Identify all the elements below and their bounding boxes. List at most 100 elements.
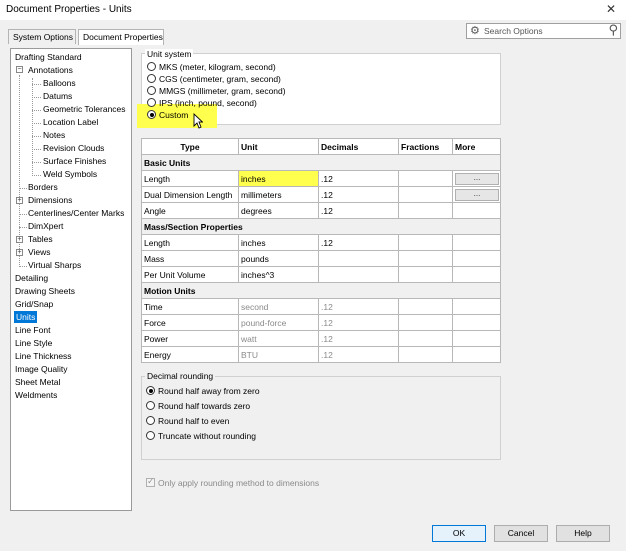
section-mass-properties: Mass/Section Properties (141, 218, 501, 235)
tree-item-weldments[interactable]: Weldments (15, 389, 57, 401)
cell-fractions[interactable] (398, 250, 453, 267)
options-tree[interactable]: Drafting Standard − Annotations Balloons… (10, 48, 132, 511)
radio-button[interactable] (146, 386, 155, 395)
radio-round-half-away[interactable]: Round half away from zero (146, 386, 260, 397)
cell-more (452, 314, 501, 331)
radio-button[interactable] (146, 431, 155, 440)
radio-mks[interactable]: MKS (meter, kilogram, second) (147, 62, 276, 73)
radio-cgs[interactable]: CGS (centimeter, gram, second) (147, 74, 281, 85)
tree-item-views[interactable]: Views (28, 246, 51, 258)
tree-item-line-style[interactable]: Line Style (15, 337, 52, 349)
table-row[interactable]: Mass pounds (141, 250, 501, 267)
expand-icon[interactable]: + (16, 249, 23, 256)
tab-system-options[interactable]: System Options (8, 29, 76, 44)
more-button[interactable]: ... (455, 189, 499, 201)
cell-unit[interactable]: degrees (238, 202, 319, 219)
radio-custom[interactable]: Custom (147, 110, 188, 121)
cell-fractions[interactable] (398, 186, 453, 203)
tree-item-units[interactable]: Units (14, 311, 38, 323)
expand-icon[interactable]: + (16, 236, 23, 243)
tree-item-line-thickness[interactable]: Line Thickness (15, 350, 72, 362)
cell-decimals[interactable]: .12 (318, 202, 399, 219)
tree-item-dimxpert[interactable]: DimXpert (28, 220, 63, 232)
tree-item-surface-finishes[interactable]: Surface Finishes (43, 155, 106, 167)
cell-unit[interactable]: inches (238, 170, 319, 187)
table-row[interactable]: Length inches .12 (141, 234, 501, 251)
cell-decimals[interactable]: .12 (318, 234, 399, 251)
tree-item-detailing[interactable]: Detailing (15, 272, 48, 284)
cell-unit[interactable]: millimeters (238, 186, 319, 203)
tree-item-datums[interactable]: Datums (43, 90, 72, 102)
radio-truncate[interactable]: Truncate without rounding (146, 431, 256, 442)
radio-button[interactable] (147, 98, 156, 107)
tree-item-notes[interactable]: Notes (43, 129, 65, 141)
radio-button[interactable] (147, 86, 156, 95)
cell-decimals[interactable] (318, 250, 399, 267)
table-row[interactable]: Angle degrees .12 (141, 202, 501, 219)
search-box[interactable]: ⚙ Search Options ⚲ (466, 22, 621, 39)
ok-button[interactable]: OK (432, 525, 486, 542)
cell-unit[interactable]: inches (238, 234, 319, 251)
cell-fractions[interactable] (398, 266, 453, 283)
tab-document-properties[interactable]: Document Properties (78, 29, 164, 45)
tree-item-sheet-metal[interactable]: Sheet Metal (15, 376, 60, 388)
tree-item-borders[interactable]: Borders (28, 181, 58, 193)
tree-item-geometric-tolerances[interactable]: Geometric Tolerances (43, 103, 126, 115)
close-icon[interactable]: ✕ (606, 2, 616, 16)
radio-button[interactable] (147, 110, 156, 119)
cell-more (452, 234, 501, 251)
cell-fractions[interactable] (398, 234, 453, 251)
tree-connector (32, 162, 41, 163)
search-icon[interactable]: ⚲ (608, 22, 618, 38)
radio-round-half-towards[interactable]: Round half towards zero (146, 401, 250, 412)
cell-type: Energy (141, 346, 239, 363)
help-button[interactable]: Help (556, 525, 610, 542)
cell-unit[interactable]: pounds (238, 250, 319, 267)
tree-item-weld-symbols[interactable]: Weld Symbols (43, 168, 97, 180)
radio-mmgs[interactable]: MMGS (millimeter, gram, second) (147, 86, 286, 97)
radio-button[interactable] (146, 401, 155, 410)
cell-more (452, 266, 501, 283)
cell-decimals: .12 (318, 314, 399, 331)
cell-decimals: .12 (318, 298, 399, 315)
tree-item-image-quality[interactable]: Image Quality (15, 363, 67, 375)
cell-decimals[interactable] (318, 266, 399, 283)
tree-item-tables[interactable]: Tables (28, 233, 53, 245)
table-row[interactable]: Per Unit Volume inches^3 (141, 266, 501, 283)
gear-icon[interactable]: ⚙ (470, 24, 480, 37)
only-apply-option: Only apply rounding method to dimensions (146, 476, 319, 489)
radio-ips[interactable]: IPS (inch, pound, second) (147, 98, 257, 109)
more-button[interactable]: ... (455, 173, 499, 185)
radio-button[interactable] (146, 416, 155, 425)
table-row[interactable]: Length inches .12 ... (141, 170, 501, 187)
cell-type: Angle (141, 202, 239, 219)
tree-item-balloons[interactable]: Balloons (43, 77, 76, 89)
tree-item-drafting-standard[interactable]: Drafting Standard (15, 51, 82, 63)
section-basic-units: Basic Units (141, 154, 501, 171)
expand-icon[interactable]: + (16, 197, 23, 204)
radio-round-half-even[interactable]: Round half to even (146, 416, 229, 427)
radio-button[interactable] (147, 62, 156, 71)
tree-item-virtual-sharps[interactable]: Virtual Sharps (28, 259, 81, 271)
cell-fractions[interactable] (398, 202, 453, 219)
cell-decimals[interactable]: .12 (318, 186, 399, 203)
table-row[interactable]: Dual Dimension Length millimeters .12 ..… (141, 186, 501, 203)
tree-item-dimensions[interactable]: Dimensions (28, 194, 72, 206)
tree-item-location-label[interactable]: Location Label (43, 116, 98, 128)
cancel-button[interactable]: Cancel (494, 525, 548, 542)
tree-item-grid-snap[interactable]: Grid/Snap (15, 298, 53, 310)
cell-more (452, 202, 501, 219)
radio-button[interactable] (147, 74, 156, 83)
radio-cgs-label: CGS (centimeter, gram, second) (159, 74, 281, 84)
tree-item-line-font[interactable]: Line Font (15, 324, 50, 336)
units-table[interactable]: Type Unit Decimals Fractions More Basic … (141, 138, 501, 363)
cell-decimals[interactable]: .12 (318, 170, 399, 187)
cell-fractions[interactable] (398, 170, 453, 187)
tree-item-drawing-sheets[interactable]: Drawing Sheets (15, 285, 75, 297)
radio-round-half-even-label: Round half to even (158, 416, 230, 426)
collapse-icon[interactable]: − (16, 66, 23, 73)
tree-item-revision-clouds[interactable]: Revision Clouds (43, 142, 104, 154)
cell-unit[interactable]: inches^3 (238, 266, 319, 283)
tree-item-annotations[interactable]: Annotations (28, 64, 73, 76)
tree-item-centerlines[interactable]: Centerlines/Center Marks (28, 207, 124, 219)
